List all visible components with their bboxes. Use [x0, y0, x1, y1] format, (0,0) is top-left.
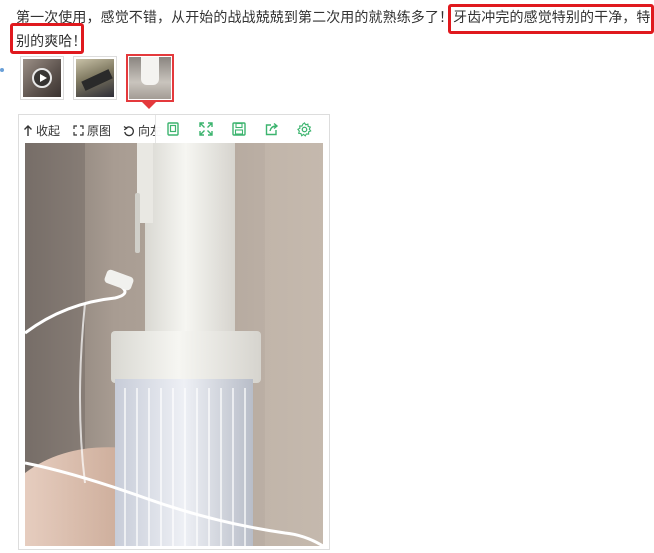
thumbnail-photo-3[interactable] — [126, 54, 174, 102]
thumbnail-image — [129, 57, 171, 99]
water-flosser-photo — [25, 143, 323, 546]
arrow-up-icon — [24, 124, 32, 136]
review-text-highlight-2: 别的爽哈！ — [16, 34, 87, 50]
review-text-highlight-1: 牙齿冲完的感觉特别的干净，特 — [453, 10, 651, 26]
selected-caret — [142, 102, 156, 109]
review-text: 第一次使用，感觉不错，从开始的战战兢兢到第二次用的就熟练多了！牙齿冲完的感觉特别… — [16, 6, 654, 54]
fit-window-icon — [166, 122, 179, 136]
viewer-icon-bar — [155, 115, 328, 143]
fullscreen-icon — [198, 122, 213, 136]
main-photo — [25, 143, 323, 546]
original-label: 原图 — [87, 124, 112, 138]
fullscreen-button[interactable] — [189, 115, 222, 143]
viewer-toolbar: 收起 原图 向左 — [19, 115, 329, 145]
expand-icon — [73, 125, 84, 136]
play-icon — [32, 68, 52, 88]
save-button[interactable] — [222, 115, 255, 143]
thumbnail-image — [76, 59, 114, 97]
thumbnail-video[interactable] — [20, 56, 64, 100]
collapse-label: 收起 — [36, 124, 61, 138]
fit-window-button[interactable] — [156, 115, 189, 143]
share-icon — [265, 122, 278, 136]
rotate-icon — [123, 125, 134, 136]
share-button[interactable] — [255, 115, 288, 143]
original-image-button[interactable]: 原图 — [73, 122, 111, 139]
bullet-dot — [0, 68, 4, 72]
thumbnail-photo-2[interactable] — [73, 56, 117, 100]
save-icon — [231, 122, 246, 136]
device-shape — [81, 69, 113, 91]
review-text-plain: 第一次使用，感觉不错，从开始的战战兢兢到第二次用的就熟练多了！ — [16, 10, 454, 26]
image-viewer: 收起 原图 向左 — [18, 114, 330, 550]
bottle-shape — [141, 57, 159, 85]
settings-icon — [297, 121, 312, 137]
collapse-button[interactable]: 收起 — [23, 122, 60, 139]
settings-button[interactable] — [288, 115, 321, 143]
thumbnail-image — [23, 59, 61, 97]
